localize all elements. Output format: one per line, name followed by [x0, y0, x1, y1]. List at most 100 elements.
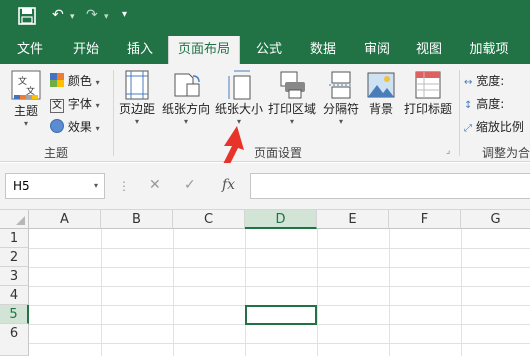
page-setup-group-title: 页面设置 [254, 146, 303, 160]
orientation-label: 纸张方向 [161, 102, 210, 116]
gridline [29, 267, 530, 268]
scale-width-row[interactable]: ↔ 宽度: [464, 70, 504, 92]
cancel-icon[interactable]: ✕ [149, 177, 161, 193]
breaks-icon [329, 71, 353, 99]
gridline [29, 343, 530, 344]
page-size-button[interactable]: 纸张大小 ▾ [214, 70, 264, 126]
fonts-icon: 文 [50, 99, 64, 113]
breaks-label: 分隔符 [322, 102, 359, 116]
save-icon[interactable] [18, 7, 36, 25]
column-header-e[interactable]: E [317, 210, 389, 229]
themes-button[interactable]: 文 文 主题 ▾ [6, 70, 46, 128]
print-area-button[interactable]: 打印区域 ▾ [266, 70, 318, 126]
svg-text:文: 文 [18, 75, 27, 87]
effects-label: 效果 [67, 120, 92, 134]
print-titles-button[interactable]: 打印标题 [400, 70, 456, 117]
redo-dropdown-icon[interactable]: ▾ [104, 12, 109, 22]
tab-insert[interactable]: 插入 [114, 36, 166, 64]
column-header-g[interactable]: G [461, 210, 530, 229]
gridline [29, 286, 530, 287]
chevron-down-icon: ▾ [95, 124, 100, 133]
chevron-down-icon: ▾ [134, 117, 139, 126]
margins-label: 页边距 [118, 102, 155, 116]
chevron-down-icon: ▾ [23, 119, 28, 128]
colors-label: 颜色 [67, 74, 92, 88]
row-header-1[interactable]: 1 [0, 229, 29, 248]
tab-review[interactable]: 审阅 [352, 36, 402, 64]
worksheet-grid[interactable]: A B C D E F G 1 2 3 4 5 6 [0, 210, 530, 356]
tab-data[interactable]: 数据 [298, 36, 348, 64]
themes-icon: 文 文 [11, 70, 41, 100]
theme-group-title: 主题 [44, 146, 69, 160]
fonts-button[interactable]: 文 字体 ▾ [50, 93, 100, 115]
chevron-down-icon: ▾ [338, 117, 343, 126]
print-area-label: 打印区域 [267, 102, 316, 116]
orientation-icon [174, 73, 200, 97]
scale-icon: ⤢ [464, 123, 472, 134]
fonts-label: 字体 [67, 97, 92, 111]
chevron-down-icon: ▾ [95, 78, 100, 87]
row-header-3[interactable]: 3 [0, 267, 29, 286]
row-header-6[interactable]: 6 [0, 324, 29, 356]
colors-icon [50, 73, 64, 87]
page-size-icon [228, 70, 251, 100]
select-all-button[interactable] [0, 210, 29, 229]
scale-group-title: 调整为合 [482, 146, 530, 160]
row-header-5[interactable]: 5 [0, 305, 29, 324]
chevron-down-icon: ▾ [183, 117, 188, 126]
background-button[interactable]: 背景 [364, 70, 398, 117]
print-titles-label: 打印标题 [403, 102, 452, 116]
resize-handle-icon[interactable]: ⋮ [118, 179, 130, 193]
breaks-button[interactable]: 分隔符 ▾ [320, 70, 362, 126]
group-separator [459, 70, 460, 156]
ribbon-tabs: 文件 开始 插入 页面布局 公式 数据 审阅 视图 加载项 [0, 36, 530, 64]
tab-file[interactable]: 文件 [4, 36, 56, 64]
effects-icon [50, 119, 64, 133]
scale-ratio-row[interactable]: ⤢ 缩放比例 [464, 116, 530, 138]
scale-label: 缩放比例 [475, 120, 524, 134]
orientation-button[interactable]: 纸张方向 ▾ [160, 70, 212, 126]
margins-button[interactable]: 页边距 ▾ [116, 70, 158, 126]
enter-icon[interactable]: ✓ [184, 177, 196, 193]
row-header-2[interactable]: 2 [0, 248, 29, 267]
formula-input[interactable] [250, 173, 530, 199]
tab-view[interactable]: 视图 [404, 36, 454, 64]
colors-button[interactable]: 颜色 ▾ [50, 70, 100, 92]
width-label: 宽度: [476, 74, 505, 88]
tab-formulas[interactable]: 公式 [244, 36, 294, 64]
formula-bar: H5 ▾ ⋮ ✕ ✓ fx [0, 163, 530, 210]
tab-page-layout[interactable]: 页面布局 [168, 36, 240, 64]
print-titles-icon [415, 71, 441, 99]
dialog-launcher-icon[interactable]: ⌟ [446, 146, 450, 156]
gridline [29, 248, 530, 249]
column-header-c[interactable]: C [173, 210, 245, 229]
row-header-4[interactable]: 4 [0, 286, 29, 305]
redo-icon[interactable]: ↷ [86, 7, 98, 23]
page-size-label: 纸张大小 [214, 102, 263, 116]
tab-home[interactable]: 开始 [60, 36, 112, 64]
insert-function-icon[interactable]: fx [222, 177, 235, 193]
column-header-d[interactable]: D [245, 210, 317, 229]
effects-button[interactable]: 效果 ▾ [50, 116, 100, 138]
background-image-icon [367, 72, 395, 98]
group-separator [113, 70, 114, 156]
column-header-b[interactable]: B [101, 210, 173, 229]
scale-height-row[interactable]: ↕ 高度: [464, 93, 504, 115]
active-cell-d5[interactable] [245, 305, 317, 325]
height-label: 高度: [476, 97, 505, 111]
column-header-a[interactable]: A [29, 210, 101, 229]
background-label: 背景 [368, 102, 393, 116]
name-box-value: H5 [13, 179, 30, 193]
undo-icon[interactable]: ↶ [52, 7, 64, 23]
height-icon: ↕ [464, 100, 473, 111]
chevron-down-icon: ▾ [289, 117, 294, 126]
chevron-down-icon: ▾ [93, 181, 98, 190]
ribbon: 文 文 主题 ▾ 颜色 ▾ 文 字体 ▾ 效果 ▾ 主题 页边距 ▾ 纸张方向 … [0, 64, 530, 162]
themes-label: 主题 [13, 104, 38, 118]
tab-addins[interactable]: 加载项 [458, 36, 520, 64]
customize-quick-access-icon[interactable]: ▾ [122, 9, 127, 20]
name-box[interactable]: H5 ▾ [5, 173, 105, 199]
chevron-down-icon: ▾ [95, 101, 100, 110]
undo-dropdown-icon[interactable]: ▾ [70, 12, 75, 22]
column-header-f[interactable]: F [389, 210, 461, 229]
